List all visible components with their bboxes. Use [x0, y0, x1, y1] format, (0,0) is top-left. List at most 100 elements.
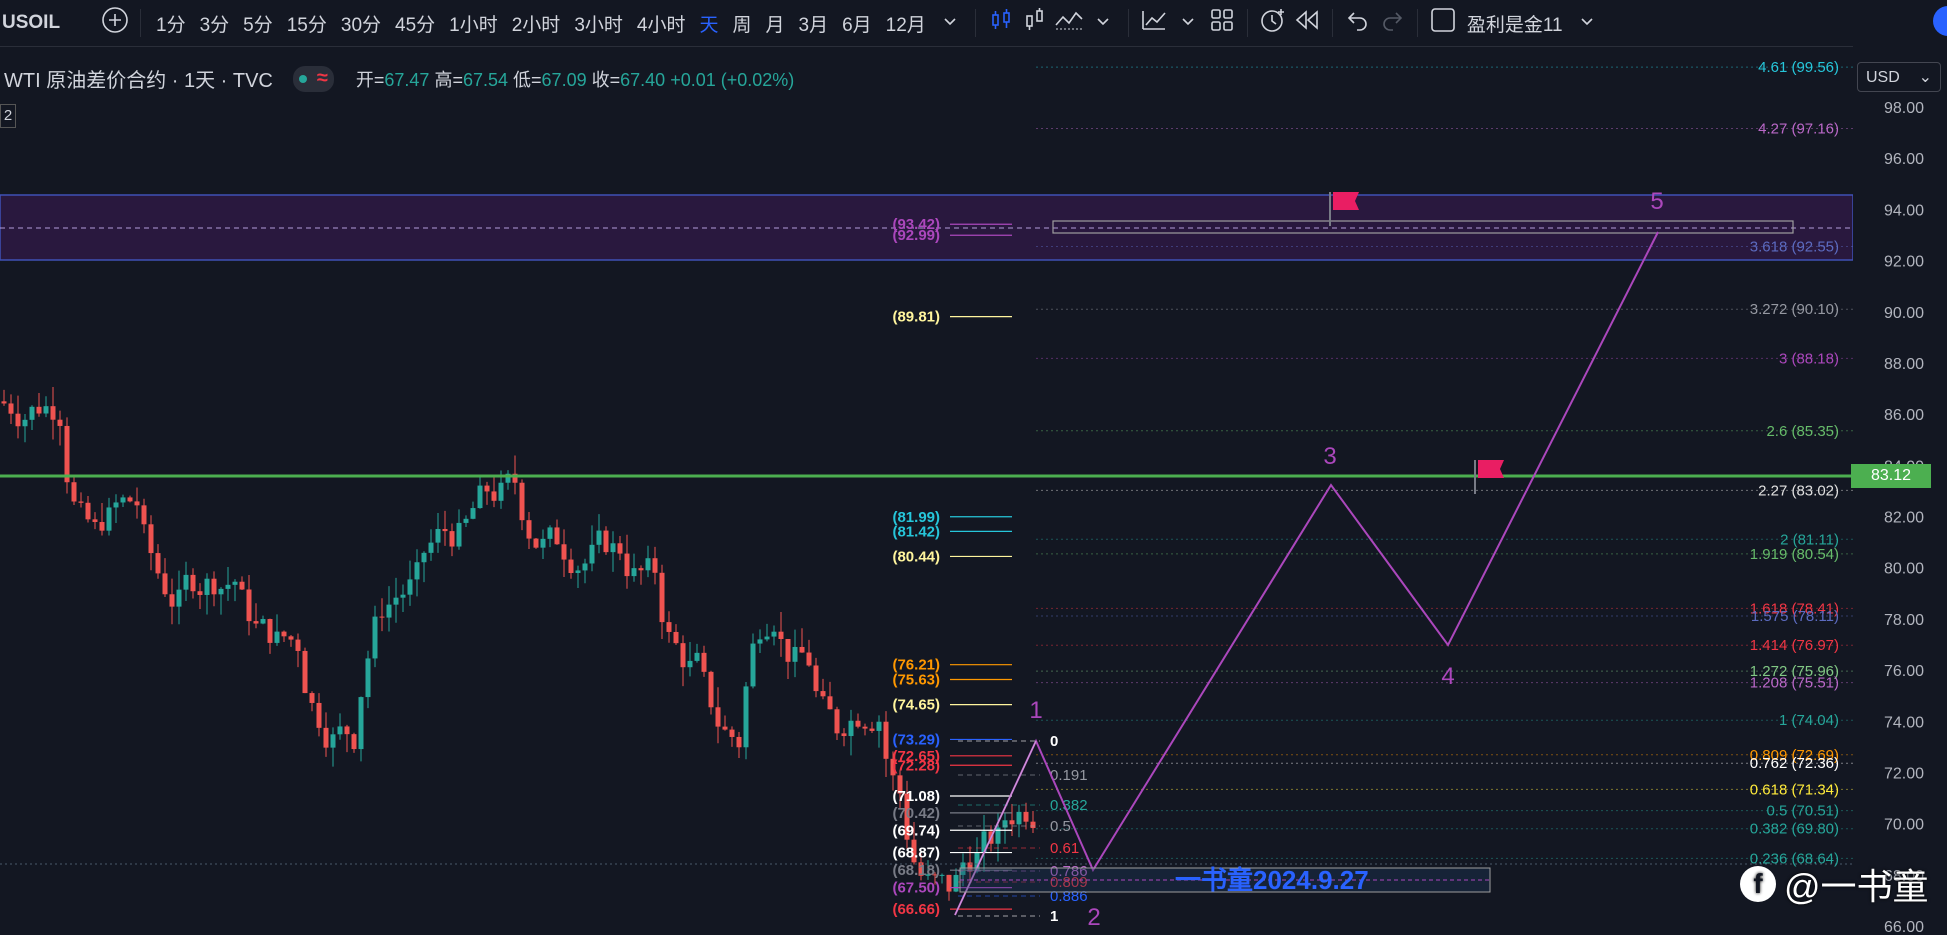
- axis-tick-label: 72.00: [1884, 765, 1924, 782]
- candle-body: [603, 530, 609, 553]
- axis-tick-label: 94.00: [1884, 202, 1924, 219]
- candle-body: [309, 693, 315, 703]
- wave-label: 5: [1650, 188, 1663, 215]
- fib-level-label: (89.81): [892, 309, 940, 326]
- fib-extension-label: 0.762 (72.36): [1750, 755, 1839, 772]
- retracement-label: 1: [1050, 908, 1058, 925]
- fib-extension-label: 3 (88.18): [1779, 350, 1839, 367]
- candle-body: [246, 589, 252, 622]
- candle-body: [743, 686, 749, 748]
- candle-body: [302, 650, 308, 694]
- candle-body: [463, 518, 469, 523]
- candle-body: [239, 581, 245, 590]
- candle-body: [232, 581, 238, 585]
- candle-body: [204, 578, 210, 595]
- candle-body: [526, 520, 532, 539]
- candle-body: [848, 720, 854, 737]
- chart-legend: WTI 原油差价合约 · 1天 · TVC ≈ 开=67.47 高=67.54 …: [4, 64, 794, 93]
- fib-extension-label: 1 (74.04): [1779, 712, 1839, 729]
- candle-body: [449, 531, 455, 547]
- wave-label: 4: [1441, 663, 1454, 690]
- candle-body: [169, 594, 175, 607]
- candle-body: [442, 528, 448, 532]
- fib-level-label: (67.50): [892, 880, 940, 897]
- candle-body: [50, 406, 56, 420]
- candle-body: [722, 726, 728, 730]
- candle-body: [953, 874, 959, 892]
- candle-body: [92, 519, 98, 523]
- low-value: 67.09: [541, 69, 587, 90]
- open-value: 67.47: [384, 69, 430, 90]
- candlesticks: [1, 386, 1036, 901]
- candle-body: [183, 574, 189, 590]
- axis-tick-label: 70.00: [1884, 817, 1924, 834]
- candle-body: [876, 721, 882, 731]
- axis-tick-label: 88.00: [1884, 356, 1924, 373]
- candle-body: [1016, 811, 1022, 825]
- candle-body: [337, 726, 343, 735]
- fib-level-label: (68.87): [892, 845, 940, 862]
- candle-body: [71, 482, 77, 502]
- candle-body: [197, 591, 203, 595]
- candle-body: [617, 543, 623, 554]
- candle-body: [561, 544, 567, 560]
- axis-tick-label: 66.00: [1884, 919, 1924, 935]
- fib-level-label: (80.44): [892, 548, 940, 565]
- axis-tick-label: 92.00: [1884, 254, 1924, 271]
- annotation-text: 一书童2024.9.27: [1175, 865, 1369, 895]
- candle-body: [610, 543, 616, 553]
- candle-body: [379, 616, 385, 618]
- candle-body: [22, 419, 28, 427]
- fib-extension-label: 0.382 (69.80): [1750, 821, 1839, 838]
- candle-body: [393, 597, 399, 605]
- candle-body: [589, 544, 595, 564]
- candle-body: [771, 631, 777, 637]
- retracement-label: 0.5: [1050, 818, 1071, 835]
- candle-body: [477, 485, 483, 509]
- candle-body: [323, 727, 329, 748]
- axis-tick-label: 76.00: [1884, 663, 1924, 680]
- candle-body: [190, 574, 196, 592]
- candle-body: [533, 538, 539, 548]
- candle-body: [855, 720, 861, 727]
- retracement-label: 0.61: [1050, 840, 1079, 857]
- pane-badge[interactable]: 2: [0, 104, 16, 128]
- price-chart[interactable]: 4.61 (99.56) 4.27 (97.16) 3.618 (92.55) 3.2…: [0, 0, 1947, 935]
- candle-body: [211, 578, 217, 595]
- fib-extension-label: 4.27 (97.16): [1758, 120, 1839, 137]
- candle-body: [106, 507, 112, 531]
- candle-body: [414, 562, 420, 580]
- high-value: 67.54: [462, 69, 509, 90]
- candle-body: [141, 505, 147, 525]
- candle-body: [869, 728, 875, 731]
- candle-body: [813, 665, 819, 692]
- retracement-label: 0.191: [1050, 767, 1088, 784]
- candle-body: [736, 736, 742, 748]
- market-open-dot-icon: [298, 74, 307, 83]
- candle-body: [673, 631, 679, 644]
- candle-body: [680, 643, 686, 668]
- candle-body: [281, 631, 287, 637]
- fib-extension-label: 2.27 (83.02): [1758, 482, 1839, 499]
- candle-body: [8, 403, 14, 414]
- candle-body: [827, 696, 833, 710]
- candle-body: [596, 530, 602, 545]
- candle-body: [99, 522, 105, 531]
- retracement-label: 0: [1050, 733, 1058, 750]
- current-price-badge: 83.12: [1851, 464, 1931, 488]
- high-label: 高=: [434, 69, 463, 90]
- fib-extension-label: 3.272 (90.10): [1750, 301, 1839, 318]
- candle-body: [652, 558, 658, 573]
- candle-body: [519, 482, 525, 521]
- candle-body: [862, 726, 868, 729]
- candle-body: [421, 552, 427, 563]
- legend-status-pill[interactable]: ≈: [292, 65, 334, 92]
- fib-level-label: (81.42): [892, 523, 940, 540]
- candle-body: [134, 501, 140, 506]
- currency-select[interactable]: USD ⌄: [1857, 62, 1941, 92]
- candle-body: [687, 660, 693, 668]
- candle-body: [841, 733, 847, 737]
- candle-body: [148, 524, 154, 554]
- candle-body: [540, 538, 546, 548]
- candle-body: [820, 691, 826, 697]
